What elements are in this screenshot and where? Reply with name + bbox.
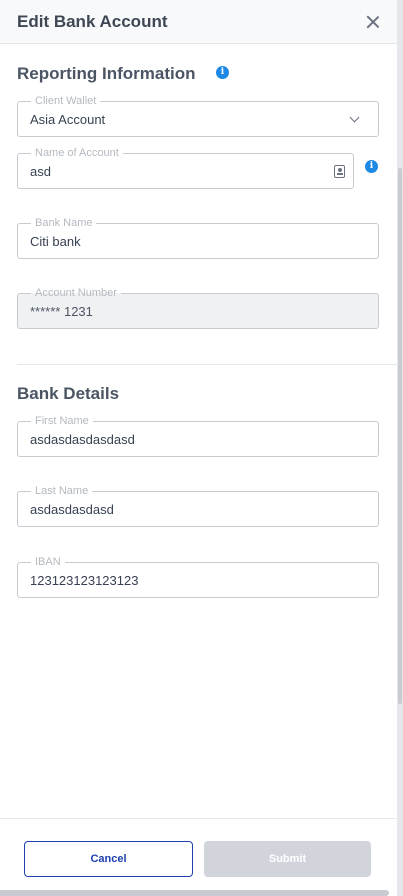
bank-details-section-title: Bank Details xyxy=(17,384,120,403)
name-of-account-value[interactable]: asd xyxy=(30,164,51,179)
iban-field[interactable]: IBAN 123123123123123 xyxy=(17,555,379,598)
name-of-account-label: Name of Account xyxy=(31,146,123,160)
section-divider xyxy=(17,364,397,365)
panel-header: Edit Bank Account xyxy=(0,0,397,44)
info-icon[interactable]: i xyxy=(216,66,229,79)
last-name-value[interactable]: asdasdasdasd xyxy=(30,502,114,517)
account-number-label: Account Number xyxy=(31,286,121,300)
name-of-account-field[interactable]: Name of Account asd xyxy=(17,146,354,189)
panel-title: Edit Bank Account xyxy=(17,12,168,31)
bank-name-label: Bank Name xyxy=(31,216,97,230)
account-number-value: ****** 1231 xyxy=(30,304,93,319)
scrollbar-thumb[interactable] xyxy=(398,168,402,704)
edit-bank-account-panel: Edit Bank Account Reporting Information … xyxy=(0,0,397,896)
last-name-field[interactable]: Last Name asdasdasdasd xyxy=(17,484,379,527)
account-number-field: Account Number ****** 1231 xyxy=(17,286,379,329)
panel-footer: Cancel Submit xyxy=(0,818,397,890)
client-wallet-value: Asia Account xyxy=(30,112,106,127)
cancel-button[interactable]: Cancel xyxy=(24,841,193,877)
last-name-label: Last Name xyxy=(31,484,93,498)
horizontal-scrollbar[interactable] xyxy=(0,890,389,896)
bank-name-value[interactable]: Citi bank xyxy=(30,234,81,249)
reporting-section-title: Reporting Information xyxy=(17,64,196,83)
client-wallet-select[interactable]: Client Wallet Asia Account xyxy=(17,94,379,137)
iban-label: IBAN xyxy=(31,555,65,569)
contact-card-icon[interactable] xyxy=(334,165,345,178)
bank-name-field[interactable]: Bank Name Citi bank xyxy=(17,216,379,259)
client-wallet-label: Client Wallet xyxy=(31,94,101,108)
first-name-value[interactable]: asdasdasdasdasd xyxy=(30,432,135,447)
first-name-field[interactable]: First Name asdasdasdasdasd xyxy=(17,414,379,457)
iban-value[interactable]: 123123123123123 xyxy=(30,573,138,588)
first-name-label: First Name xyxy=(31,414,93,428)
close-icon[interactable] xyxy=(366,15,380,29)
submit-button[interactable]: Submit xyxy=(204,841,371,877)
chevron-down-icon[interactable] xyxy=(349,112,360,123)
name-of-account-info-icon[interactable]: i xyxy=(365,160,378,173)
